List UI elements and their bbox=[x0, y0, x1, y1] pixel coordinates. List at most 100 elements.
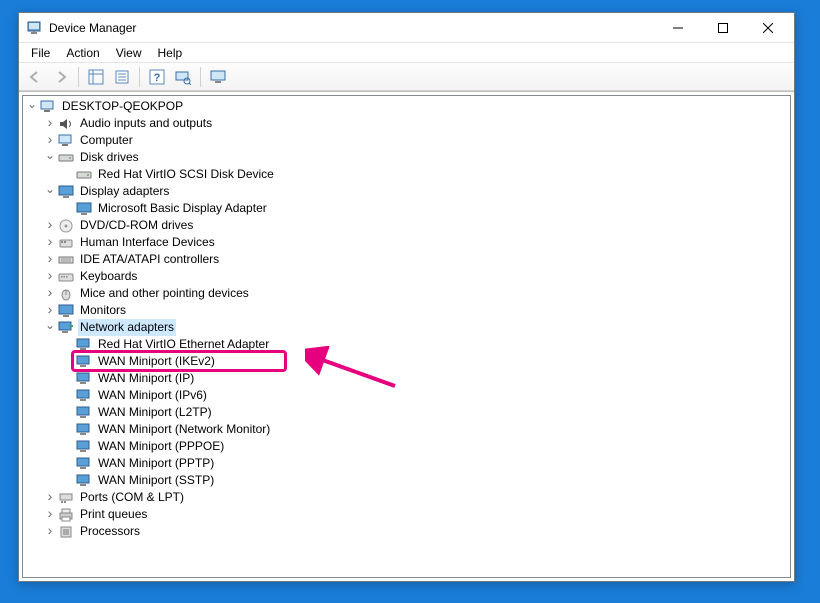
menu-view[interactable]: View bbox=[108, 44, 150, 62]
tree-label: Display adapters bbox=[78, 183, 171, 200]
pc-icon bbox=[58, 133, 74, 149]
tree-label: Disk drives bbox=[78, 149, 141, 166]
forward-button[interactable] bbox=[49, 65, 73, 89]
toolbar-separator bbox=[200, 67, 201, 87]
chevron-right-icon[interactable] bbox=[43, 219, 57, 233]
tree-item-net-sstp[interactable]: WAN Miniport (SSTP) bbox=[61, 472, 790, 489]
chevron-down-icon[interactable] bbox=[25, 100, 39, 114]
chevron-right-icon[interactable] bbox=[43, 236, 57, 250]
tree-item-net-virtio[interactable]: Red Hat VirtIO Ethernet Adapter bbox=[61, 336, 790, 353]
network-icon bbox=[58, 320, 74, 336]
dvd-icon bbox=[58, 218, 74, 234]
nic-icon bbox=[76, 439, 92, 455]
chevron-right-icon[interactable] bbox=[43, 304, 57, 318]
display-icon bbox=[76, 201, 92, 217]
tree-label: Ports (COM & LPT) bbox=[78, 489, 186, 506]
properties-icon bbox=[114, 69, 130, 85]
minimize-icon bbox=[673, 23, 683, 33]
tree-label: WAN Miniport (SSTP) bbox=[96, 472, 216, 489]
tree-item-net-ipv6[interactable]: WAN Miniport (IPv6) bbox=[61, 387, 790, 404]
tree-item-audio[interactable]: Audio inputs and outputs bbox=[43, 115, 790, 132]
chevron-down-icon[interactable] bbox=[43, 321, 57, 335]
cpu-icon bbox=[58, 524, 74, 540]
tree-label: DESKTOP-QEOKPOP bbox=[60, 98, 185, 115]
tree-label: WAN Miniport (L2TP) bbox=[96, 404, 214, 421]
tree-label: Mice and other pointing devices bbox=[78, 285, 251, 302]
menu-action[interactable]: Action bbox=[58, 44, 107, 62]
mouse-icon bbox=[58, 286, 74, 302]
tree-label: Human Interface Devices bbox=[78, 234, 217, 251]
nic-icon bbox=[76, 405, 92, 421]
close-button[interactable] bbox=[745, 14, 790, 42]
tree-item-display-basic[interactable]: Microsoft Basic Display Adapter bbox=[61, 200, 790, 217]
menu-help[interactable]: Help bbox=[150, 44, 191, 62]
tree-label: Audio inputs and outputs bbox=[78, 115, 214, 132]
monitor-icon bbox=[58, 303, 74, 319]
nic-icon bbox=[76, 337, 92, 353]
tree-item-disk-virtio[interactable]: Red Hat VirtIO SCSI Disk Device bbox=[61, 166, 790, 183]
svg-text:?: ? bbox=[154, 72, 161, 84]
computer-icon bbox=[40, 99, 56, 115]
tree-item-net-pptp[interactable]: WAN Miniport (PPTP) bbox=[61, 455, 790, 472]
device-tree: DESKTOP-QEOKPOP Audio inputs and outputs… bbox=[23, 96, 790, 542]
chevron-right-icon[interactable] bbox=[43, 134, 57, 148]
tree-item-dvd[interactable]: DVD/CD-ROM drives bbox=[43, 217, 790, 234]
chevron-down-icon[interactable] bbox=[43, 151, 57, 165]
chevron-right-icon[interactable] bbox=[43, 508, 57, 522]
tree-label: WAN Miniport (IP) bbox=[96, 370, 196, 387]
tree-item-net-monitor[interactable]: WAN Miniport (Network Monitor) bbox=[61, 421, 790, 438]
tree-item-hid[interactable]: Human Interface Devices bbox=[43, 234, 790, 251]
tree-item-ide[interactable]: IDE ATA/ATAPI controllers bbox=[43, 251, 790, 268]
tree-item-net-ikev2[interactable]: WAN Miniport (IKEv2) bbox=[61, 353, 790, 370]
window-title: Device Manager bbox=[49, 21, 655, 35]
chevron-right-icon[interactable] bbox=[43, 287, 57, 301]
tree-item-ports[interactable]: Ports (COM & LPT) bbox=[43, 489, 790, 506]
menubar: File Action View Help bbox=[19, 43, 794, 63]
show-hide-tree-button[interactable] bbox=[84, 65, 108, 89]
tree-label: Computer bbox=[78, 132, 135, 149]
properties-button[interactable] bbox=[110, 65, 134, 89]
tree-label: Network adapters bbox=[78, 319, 176, 336]
tree-item-net-l2tp[interactable]: WAN Miniport (L2TP) bbox=[61, 404, 790, 421]
device-tree-scroll[interactable]: DESKTOP-QEOKPOP Audio inputs and outputs… bbox=[22, 95, 791, 578]
chevron-right-icon[interactable] bbox=[43, 117, 57, 131]
tree-label: WAN Miniport (PPPOE) bbox=[96, 438, 226, 455]
app-icon bbox=[27, 20, 43, 36]
tree-item-print-queues[interactable]: Print queues bbox=[43, 506, 790, 523]
tree-item-computer[interactable]: Computer bbox=[43, 132, 790, 149]
nic-icon bbox=[76, 473, 92, 489]
tree-item-display-adapters[interactable]: Display adapters bbox=[43, 183, 790, 200]
tree-item-disk-drives[interactable]: Disk drives bbox=[43, 149, 790, 166]
menu-file[interactable]: File bbox=[23, 44, 58, 62]
chevron-right-icon[interactable] bbox=[43, 253, 57, 267]
scan-hardware-button[interactable] bbox=[171, 65, 195, 89]
tree-item-processors[interactable]: Processors bbox=[43, 523, 790, 540]
tree-item-network-adapters[interactable]: Network adapters bbox=[43, 319, 790, 336]
close-icon bbox=[763, 23, 773, 33]
chevron-right-icon[interactable] bbox=[43, 491, 57, 505]
tree-root[interactable]: DESKTOP-QEOKPOP bbox=[25, 98, 790, 115]
chevron-right-icon[interactable] bbox=[43, 270, 57, 284]
tree-item-net-ip[interactable]: WAN Miniport (IP) bbox=[61, 370, 790, 387]
tree-item-keyboards[interactable]: Keyboards bbox=[43, 268, 790, 285]
tree-label: Microsoft Basic Display Adapter bbox=[96, 200, 269, 217]
monitor-icon bbox=[210, 69, 226, 85]
tree-label: WAN Miniport (IKEv2) bbox=[96, 353, 217, 370]
chevron-right-icon[interactable] bbox=[43, 525, 57, 539]
tree-item-mice[interactable]: Mice and other pointing devices bbox=[43, 285, 790, 302]
tree-item-net-pppoe[interactable]: WAN Miniport (PPPOE) bbox=[61, 438, 790, 455]
nic-icon bbox=[76, 354, 92, 370]
help-button[interactable]: ? bbox=[145, 65, 169, 89]
chevron-down-icon[interactable] bbox=[43, 185, 57, 199]
back-button[interactable] bbox=[23, 65, 47, 89]
tree-item-monitors[interactable]: Monitors bbox=[43, 302, 790, 319]
tree-label: Keyboards bbox=[78, 268, 139, 285]
display-icon bbox=[58, 184, 74, 200]
minimize-button[interactable] bbox=[655, 14, 700, 42]
tree-label: Red Hat VirtIO SCSI Disk Device bbox=[96, 166, 276, 183]
update-driver-button[interactable] bbox=[206, 65, 230, 89]
tree-label: Processors bbox=[78, 523, 142, 540]
window-controls bbox=[655, 14, 790, 42]
content-area: DESKTOP-QEOKPOP Audio inputs and outputs… bbox=[19, 91, 794, 581]
maximize-button[interactable] bbox=[700, 14, 745, 42]
